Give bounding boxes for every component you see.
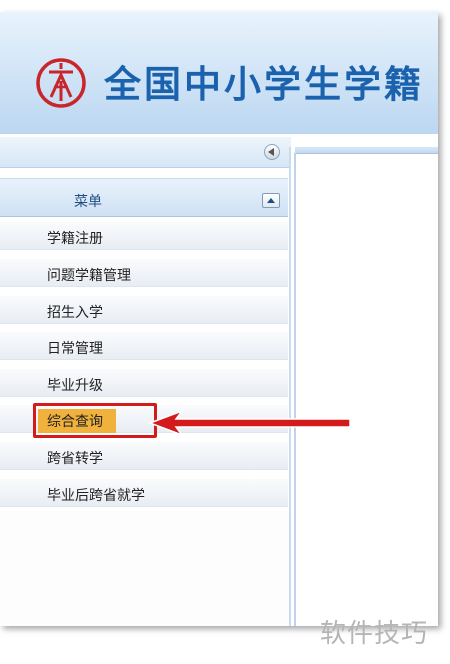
sidebar-item-richang[interactable]: [0, 332, 288, 360]
sidebar-item-xueji-zhuce[interactable]: [0, 222, 288, 250]
sidebar-item-zhaosheng[interactable]: [0, 296, 288, 324]
sidebar-item-label: 问题学籍管理: [47, 268, 131, 284]
sidebar-empty-area: [0, 511, 289, 626]
sidebar-item-label: 毕业升级: [47, 378, 103, 394]
sidebar-collapse-bar: [0, 137, 291, 168]
sidebar-item-kuasheng-zhuanxue[interactable]: [0, 442, 288, 470]
content-panel-border: [294, 153, 296, 626]
sidebar-item-label: 日常管理: [47, 341, 103, 357]
sidebar-item-biye-shengji[interactable]: [0, 369, 288, 397]
sidebar-item-label: 学籍注册: [47, 231, 103, 247]
content-panel-header: [295, 147, 438, 154]
left-arrow-circle-icon[interactable]: [264, 144, 280, 160]
menu-header[interactable]: [0, 178, 288, 217]
sidebar-border: [289, 147, 291, 626]
menu-title: 菜单: [74, 194, 102, 210]
school-emblem-logo: [36, 58, 86, 108]
up-triangle-icon[interactable]: [262, 193, 280, 208]
sidebar-item-label: 跨省转学: [47, 451, 103, 467]
app-window: 全国中小学生学籍 菜单 学籍注册 问题学籍管理 招生入学 日常管理 毕业升级 综…: [0, 12, 438, 626]
sidebar-item-wenti-xueji[interactable]: [0, 259, 288, 287]
sidebar-item-label: 毕业后跨省就学: [47, 488, 145, 504]
sidebar-item-label: 招生入学: [47, 305, 103, 321]
watermark-text: 软件技巧: [320, 619, 429, 649]
annotation-box: [33, 403, 157, 438]
app-title: 全国中小学生学籍: [104, 62, 424, 106]
annotation-arrow-icon: [147, 409, 351, 437]
